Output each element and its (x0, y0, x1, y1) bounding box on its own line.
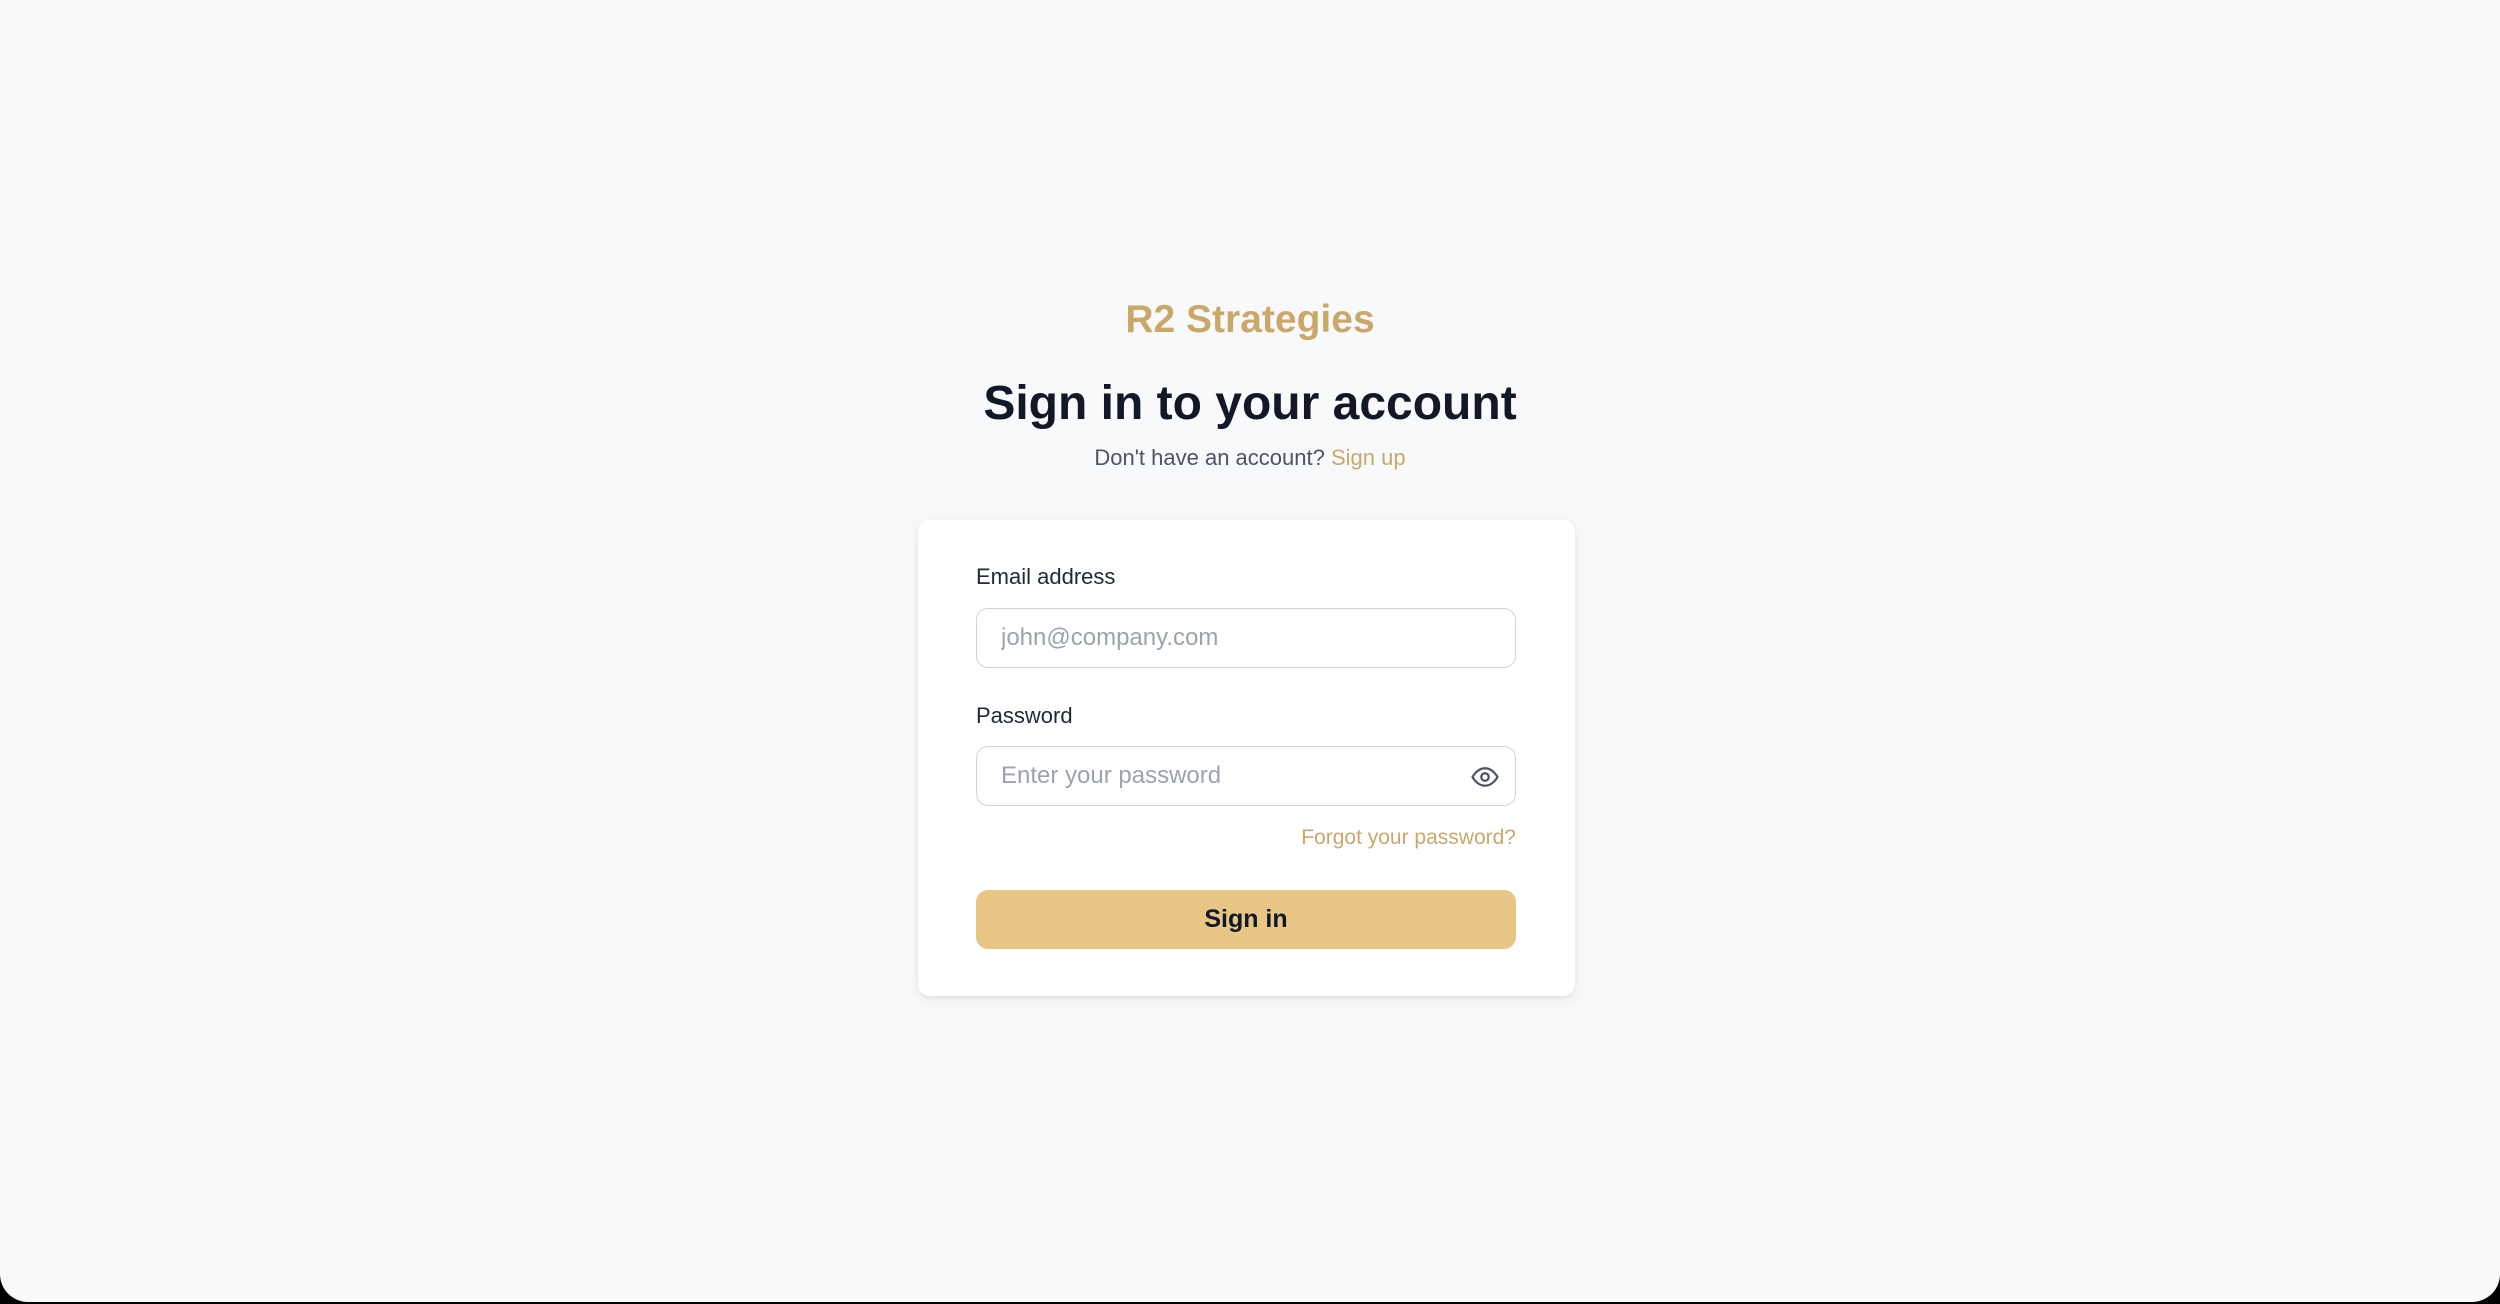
signup-prompt: Don't have an account? Sign up (0, 440, 2500, 476)
password-field-wrapper (976, 746, 1516, 806)
password-field[interactable] (977, 747, 1515, 805)
page: R2 Strategies Sign in to your account Do… (0, 0, 2500, 1302)
page-title: Sign in to your account (983, 377, 1517, 430)
email-label: Email address (976, 564, 1116, 589)
sign-up-link[interactable]: Sign up (1331, 445, 1406, 470)
sign-in-card: Email address Password Forgot your passw… (918, 520, 1575, 996)
eye-icon[interactable] (1469, 761, 1501, 793)
email-field[interactable] (977, 609, 1515, 667)
signup-prompt-text: Don't have an account? (1094, 445, 1325, 470)
email-field-wrapper (976, 608, 1516, 668)
brand-logo-text: R2 Strategies (1125, 298, 1375, 341)
forgot-password-link[interactable]: Forgot your password? (1301, 823, 1516, 853)
password-label: Password (976, 703, 1073, 728)
sign-in-button[interactable]: Sign in (976, 890, 1516, 949)
